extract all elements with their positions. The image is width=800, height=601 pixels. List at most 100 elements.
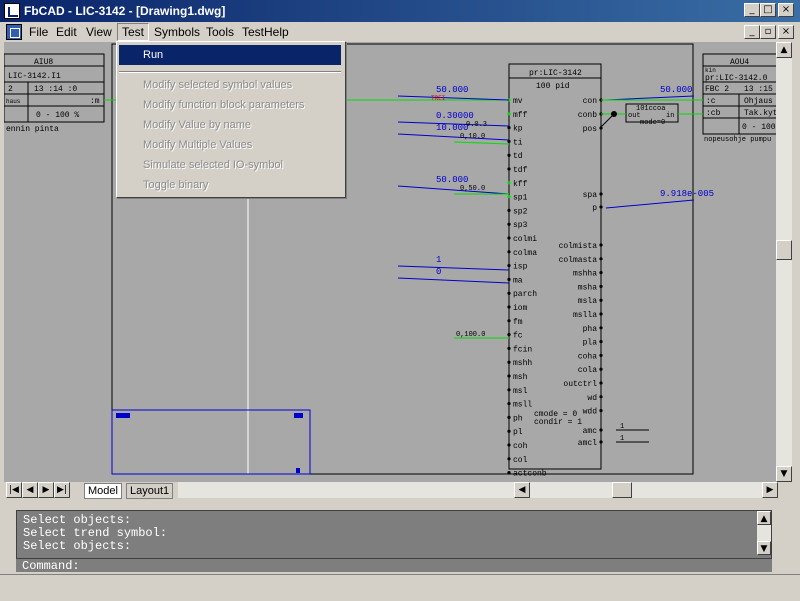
pid-pin-dot[interactable]	[507, 305, 511, 309]
tab-model[interactable]: Model	[84, 483, 122, 499]
pid-pin-coh: coh	[513, 442, 528, 451]
pid-pin-coha: coha	[578, 352, 597, 361]
menu-item-modify-fb-params[interactable]: Modify function block parameters	[119, 95, 341, 115]
tab-layout1[interactable]: Layout1	[126, 483, 174, 499]
pid-pin-dot[interactable]	[599, 284, 603, 288]
pid-pin-dot[interactable]	[599, 395, 603, 399]
horizontal-scrollbar[interactable]: ◀ ▶	[178, 482, 778, 498]
menu-tools[interactable]: Tools	[202, 24, 238, 40]
pid-block[interactable]: pr:LIC-3142 100 pid mv mff kp ti td tdf kff sp1…	[507, 63, 603, 479]
aou4-block[interactable]: AOU4 kin pr:LIC-3142.0 FBC 2 13 :15 :c O…	[702, 53, 776, 144]
pid-pin-td: td	[513, 152, 523, 161]
pid-pin-dot[interactable]	[507, 112, 511, 116]
ccoa-block[interactable]: 101ccoa out in mode=0	[625, 103, 679, 127]
pid-pin-dot[interactable]	[507, 360, 511, 364]
pid-pin-dot[interactable]	[507, 429, 511, 433]
menu-item-toggle-binary[interactable]: Toggle binary	[119, 175, 341, 195]
prev-tab-icon[interactable]: ◀	[22, 482, 38, 498]
first-tab-icon[interactable]: |◀	[6, 482, 22, 498]
scroll-down-arrow-icon[interactable]: ▼	[776, 466, 792, 482]
pid-pin-dot[interactable]	[599, 409, 603, 413]
menu-item-simulate-io[interactable]: Simulate selected IO-symbol	[119, 155, 341, 175]
pid-pin-dot[interactable]	[507, 457, 511, 461]
val-sp1-small: 0,50.0	[460, 185, 485, 193]
menu-testhelp[interactable]: TestHelp	[238, 24, 293, 40]
hscroll-right-arrow-icon[interactable]: ▶	[762, 482, 778, 498]
pid-pin-dot[interactable]	[599, 367, 603, 371]
pid-pin-mshha: mshha	[573, 270, 597, 279]
pid-pin-dot[interactable]	[599, 205, 603, 209]
pid-pin-dot[interactable]	[507, 208, 511, 212]
pid-pin-dot[interactable]	[507, 222, 511, 226]
pid-pin-dot[interactable]	[599, 381, 603, 385]
doc-minimize-button[interactable]: _	[744, 25, 760, 39]
pid-pin-dot[interactable]	[599, 271, 603, 275]
doc-restore-button[interactable]: ▫	[760, 25, 776, 39]
pid-pin-dot[interactable]	[507, 319, 511, 323]
aiu8-row-b: 13 :14 :0	[34, 85, 77, 94]
menu-item-modify-selected[interactable]: Modify selected symbol values	[119, 75, 341, 95]
pid-pin-dot[interactable]	[599, 340, 603, 344]
menu-edit[interactable]: Edit	[52, 24, 81, 40]
pid-pin-dot[interactable]	[599, 428, 603, 432]
pid-pin-dot[interactable]	[507, 264, 511, 268]
menu-symbols[interactable]: Symbols	[150, 24, 204, 40]
pid-pin-dot[interactable]	[599, 243, 603, 247]
menu-view[interactable]: View	[82, 24, 116, 40]
hscroll-thumb[interactable]	[612, 482, 632, 498]
maximize-button[interactable]: □	[760, 3, 776, 17]
val-kp-small: 0,10.0	[460, 133, 485, 141]
pid-pin-dot[interactable]	[599, 298, 603, 302]
scroll-up-arrow-icon[interactable]: ▲	[776, 42, 792, 58]
val-mff-small: 0.0.3	[466, 121, 487, 129]
app-icon[interactable]	[4, 3, 20, 19]
command-scrollbar[interactable]: ▲ ▼	[757, 511, 771, 555]
pid-pin-dot[interactable]	[599, 192, 603, 196]
pid-pin-dot[interactable]	[507, 181, 511, 185]
pid-pin-dot[interactable]	[507, 415, 511, 419]
doc-close-button[interactable]: ×	[778, 25, 794, 39]
pid-pin-dot[interactable]	[507, 443, 511, 447]
vertical-scrollbar[interactable]: ▲ ▼	[776, 42, 792, 482]
viewport-frame[interactable]	[111, 409, 311, 475]
next-tab-icon[interactable]: ▶	[38, 482, 54, 498]
pid-pin-fm: fm	[513, 318, 523, 327]
pid-pin-dot[interactable]	[507, 167, 511, 171]
pid-pin-dot[interactable]	[507, 250, 511, 254]
trend-marker: TREI	[431, 95, 445, 102]
pid-pin-dot[interactable]	[599, 257, 603, 261]
scroll-thumb[interactable]	[776, 240, 792, 260]
pid-pin-dot[interactable]	[507, 388, 511, 392]
cmd-scroll-down-icon[interactable]: ▼	[757, 541, 771, 555]
document-icon[interactable]	[6, 24, 22, 40]
pid-pin-dot[interactable]	[507, 291, 511, 295]
close-button[interactable]: ×	[778, 3, 794, 17]
menu-item-modify-by-name[interactable]: Modify Value by name	[119, 115, 341, 135]
pid-pin-dot[interactable]	[507, 374, 511, 378]
cmd-scroll-up-icon[interactable]: ▲	[757, 511, 771, 525]
menu-item-modify-multiple[interactable]: Modify Multiple Values	[119, 135, 341, 155]
last-tab-icon[interactable]: ▶|	[54, 482, 70, 498]
menu-test[interactable]: Test	[117, 23, 150, 41]
menu-item-run[interactable]: Run	[119, 45, 341, 65]
menu-file[interactable]: File	[25, 24, 52, 40]
pid-pin-dot[interactable]	[599, 312, 603, 316]
pid-pin-dot[interactable]	[507, 126, 511, 130]
pid-pin-dot[interactable]	[507, 195, 511, 199]
minimize-button[interactable]: _	[744, 3, 760, 17]
pid-pin-dot[interactable]	[599, 353, 603, 357]
hscroll-left-arrow-icon[interactable]: ◀	[514, 482, 530, 498]
command-input[interactable]: Command:	[16, 558, 772, 573]
pid-pin-dot[interactable]	[507, 277, 511, 281]
pid-pin-dot[interactable]	[507, 346, 511, 350]
pid-pin-mff: mff	[513, 111, 528, 120]
aiu8-block[interactable]: AIU8 LIC-3142.I1 2 13 :14 :0 haus :m 0 -…	[4, 53, 105, 134]
pid-pin-dot[interactable]	[507, 471, 511, 475]
pid-pin-dot[interactable]	[507, 402, 511, 406]
pid-pin-dot[interactable]	[507, 333, 511, 337]
pid-pin-dot[interactable]	[599, 326, 603, 330]
pid-pin-dot[interactable]	[599, 440, 603, 444]
aiu8-desc: ennin pinta	[6, 125, 59, 134]
pid-pin-dot[interactable]	[507, 153, 511, 157]
pid-pin-dot[interactable]	[507, 236, 511, 240]
